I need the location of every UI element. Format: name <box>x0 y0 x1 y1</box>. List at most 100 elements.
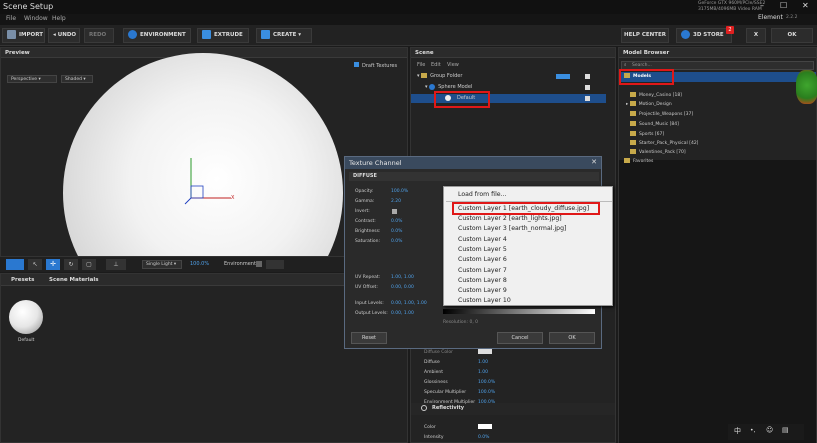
scene-menu-file[interactable]: File <box>417 62 425 68</box>
close-button[interactable]: X <box>746 28 766 43</box>
cancel-button[interactable]: Cancel <box>497 332 543 344</box>
axis-tool-icon[interactable]: ⊥ <box>106 259 126 270</box>
view-mode-select[interactable]: Perspective ▾ <box>7 75 57 83</box>
menu-help[interactable]: Help <box>52 15 66 22</box>
punctuation-icon[interactable]: •, <box>750 427 755 434</box>
expand-arrow-icon: ▾ <box>417 73 420 79</box>
ambient-value[interactable]: 1.00 <box>478 370 488 375</box>
create-button[interactable]: CREATE ▾ <box>256 28 312 43</box>
model-item-sound-music[interactable]: Sound_Music [84] <box>630 121 679 127</box>
tab-scene-materials[interactable]: Scene Materials <box>49 277 99 283</box>
brightness-value[interactable]: 0.0% <box>391 229 402 234</box>
close-window-button[interactable]: ✕ <box>802 1 809 10</box>
emoji-icon[interactable]: ☺ <box>766 426 773 434</box>
menu-item-custom-layer-5[interactable]: Custom Layer 5 <box>458 246 507 253</box>
menu-item-custom-layer-10[interactable]: Custom Layer 10 <box>458 297 511 304</box>
scene-menu-view[interactable]: View <box>447 62 459 68</box>
tab-presets[interactable]: Presets <box>11 277 34 283</box>
light-mode-select[interactable]: Single Light ▾ <box>142 260 182 269</box>
model-item-sports[interactable]: Sports [67] <box>630 131 664 137</box>
menu-item-custom-layer-6[interactable]: Custom Layer 6 <box>458 256 507 263</box>
clipboard-icon[interactable]: ▤ <box>782 426 789 434</box>
minimize-button[interactable]: – <box>760 1 764 10</box>
reflect-color-label: Color <box>424 425 436 430</box>
material-visible-checkbox[interactable] <box>585 96 590 101</box>
model-item-projectile-weapons[interactable]: Projectile_Weapons [37] <box>630 111 693 117</box>
menu-window[interactable]: Window <box>24 15 48 22</box>
folder-icon <box>630 111 636 116</box>
shade-mode-select[interactable]: Shaded ▾ <box>61 75 93 83</box>
move-tool-icon[interactable]: ✛ <box>46 259 60 270</box>
ambient-label: Ambient <box>424 370 443 375</box>
environment-button[interactable]: ENVIRONMENT <box>123 28 191 43</box>
input-levels-value[interactable]: 0.00, 1.00, 1.00 <box>391 301 427 306</box>
gpu-info: GeForce GTX 960M/PCIe/SSE2 3175MB/4096MB… <box>698 1 766 12</box>
model-item-favorites[interactable]: Favorites <box>624 158 653 164</box>
promo-badge-image[interactable] <box>796 70 817 104</box>
dialog-ok-button[interactable]: OK <box>549 332 595 344</box>
menu-item-load-from-file[interactable]: Load from file... <box>458 191 507 198</box>
menu-item-custom-layer-2[interactable]: Custom Layer 2 [earth_lights.jpg] <box>458 215 562 222</box>
output-levels-value[interactable]: 0.00, 1.00 <box>391 311 414 316</box>
brightness-label: Brightness: <box>355 229 381 234</box>
environment-checkbox[interactable] <box>256 261 262 267</box>
menu-item-custom-layer-3[interactable]: Custom Layer 3 [earth_normal.jpg] <box>458 225 566 232</box>
model-item-valentines-pack[interactable]: Valentines_Pack [70] <box>630 149 686 155</box>
title-bar: Scene Setup GeForce GTX 960M/PCIe/SSE2 3… <box>0 0 817 14</box>
model-item-money-casino[interactable]: Money_Casino [18] <box>630 92 682 98</box>
saturation-value[interactable]: 0.0% <box>391 239 402 244</box>
chevron-down-icon: ▾ <box>298 32 302 38</box>
rotate-tool-icon[interactable]: ↻ <box>64 259 78 270</box>
uv-offset-value[interactable]: 0.00, 0.00 <box>391 285 414 290</box>
diffuse-label: Diffuse <box>424 360 440 365</box>
annotation-highlight-default <box>434 91 490 108</box>
transform-gizmo[interactable] <box>181 148 251 208</box>
reflect-color-swatch[interactable] <box>478 424 492 429</box>
help-center-button[interactable]: HELP CENTER <box>621 28 669 43</box>
model-item-starter-pack[interactable]: Starter_Pack_Physical [42] <box>630 140 698 146</box>
contrast-value[interactable]: 0.0% <box>391 219 402 224</box>
select-tool-icon[interactable]: ↖ <box>28 259 42 270</box>
glossiness-value[interactable]: 100.0% <box>478 380 495 385</box>
reflect-intensity-value[interactable]: 0.0% <box>478 435 489 440</box>
light-value[interactable]: 100.0% <box>190 261 209 267</box>
menu-item-custom-layer-8[interactable]: Custom Layer 8 <box>458 277 507 284</box>
maximize-button[interactable]: ☐ <box>780 1 787 10</box>
redo-button[interactable]: REDO <box>84 28 114 43</box>
scale-tool-icon[interactable]: ▢ <box>82 259 96 270</box>
import-button[interactable]: IMPORT <box>2 28 45 43</box>
sphere-visible-checkbox[interactable] <box>585 85 590 90</box>
uv-repeat-value[interactable]: 1.00, 1.00 <box>391 275 414 280</box>
reset-button[interactable]: Reset <box>351 332 387 344</box>
ime-icon[interactable]: 中 <box>734 426 741 436</box>
diffuse-color-swatch[interactable] <box>478 349 492 354</box>
import-icon <box>7 30 16 39</box>
gamma-value[interactable]: 2.20 <box>391 199 401 204</box>
invert-label: Invert: <box>355 209 370 214</box>
3d-store-button[interactable]: 3D STORE <box>676 28 732 43</box>
specular-multiplier-value[interactable]: 100.0% <box>478 390 495 395</box>
default-material-thumbnail[interactable] <box>9 300 43 334</box>
ok-button[interactable]: OK <box>771 28 813 43</box>
group-visibility-toggle[interactable] <box>556 74 570 79</box>
opacity-value[interactable]: 100.0% <box>391 189 408 194</box>
menu-file[interactable]: File <box>6 15 16 22</box>
environment-color-swatch[interactable] <box>266 260 284 269</box>
group-visible-checkbox[interactable] <box>585 74 590 79</box>
extrude-button[interactable]: EXTRUDE <box>197 28 249 43</box>
levels-gradient-slider[interactable] <box>443 309 595 314</box>
menu-item-custom-layer-7[interactable]: Custom Layer 7 <box>458 267 507 274</box>
scene-menu-edit[interactable]: Edit <box>431 62 441 68</box>
invert-checkbox[interactable] <box>392 209 397 214</box>
menu-item-custom-layer-9[interactable]: Custom Layer 9 <box>458 287 507 294</box>
environment-multiplier-value[interactable]: 100.0% <box>478 400 495 405</box>
model-item-motion-design[interactable]: ▸ Motion_Design <box>626 101 672 107</box>
camera-button[interactable] <box>6 259 24 270</box>
draft-textures-toggle[interactable]: Draft Textures <box>354 62 397 69</box>
dialog-close-icon[interactable]: ✕ <box>591 158 597 166</box>
menu-item-custom-layer-4[interactable]: Custom Layer 4 <box>458 236 507 243</box>
diffuse-value[interactable]: 1.00 <box>478 360 488 365</box>
output-levels-label: Output Levels: <box>355 311 388 316</box>
scene-item-group-folder[interactable]: ▾ Group Folder <box>411 72 606 81</box>
undo-button[interactable]: ◂ UNDO <box>48 28 80 43</box>
